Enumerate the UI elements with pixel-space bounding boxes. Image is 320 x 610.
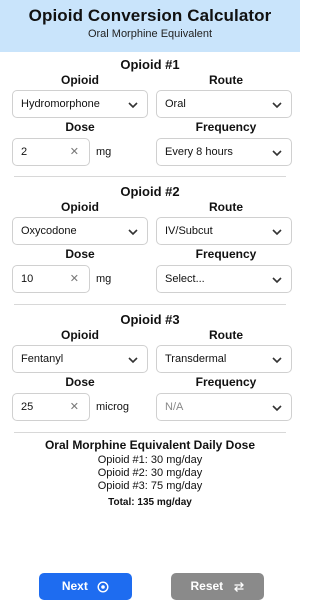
section-title: Opioid #1 — [120, 57, 180, 72]
section-title: Opioid #3 — [120, 312, 180, 327]
section-divider — [14, 304, 286, 305]
chevron-down-icon — [272, 102, 282, 109]
frequency-select[interactable]: Select... — [156, 265, 292, 293]
dose-unit: mg — [96, 273, 112, 285]
swap-arrows-icon — [233, 581, 244, 592]
opioid-label: Opioid — [61, 328, 99, 342]
opioid-section-2: Opioid #2 Opioid Route Oxycodone IV/Subc… — [8, 184, 292, 300]
frequency-label: Frequency — [195, 247, 257, 261]
dose-label: Dose — [65, 375, 95, 389]
route-select-value: IV/Subcut — [165, 225, 213, 237]
reset-button-label: Reset — [190, 579, 224, 593]
chevron-down-icon — [272, 277, 282, 284]
dose-value: 2 — [21, 146, 28, 158]
frequency-select[interactable]: N/A — [156, 393, 292, 421]
dose-value: 25 — [21, 401, 34, 413]
opioid-select[interactable]: Oxycodone — [12, 217, 148, 245]
frequency-select[interactable]: Every 8 hours — [156, 138, 292, 166]
clear-icon[interactable]: ✕ — [70, 266, 79, 292]
route-select[interactable]: Transdermal — [156, 345, 292, 373]
dose-label: Dose — [65, 247, 95, 261]
chevron-down-icon — [128, 102, 138, 109]
reset-button[interactable]: Reset — [171, 573, 264, 600]
dose-value: 10 — [21, 273, 34, 285]
summary-line: Opioid #1: 30 mg/day — [97, 454, 203, 466]
section-divider — [14, 176, 286, 177]
frequency-select-value: Every 8 hours — [165, 146, 233, 158]
opioid-select-value: Hydromorphone — [21, 98, 100, 110]
dose-input[interactable]: 10 ✕ — [12, 265, 90, 293]
section-divider — [14, 432, 286, 433]
opioid-select-value: Fentanyl — [21, 353, 64, 365]
summary-line: Opioid #3: 75 mg/day — [97, 480, 203, 492]
clear-icon[interactable]: ✕ — [70, 394, 79, 420]
opioid-label: Opioid — [61, 200, 99, 214]
section-title: Opioid #2 — [120, 184, 180, 199]
route-select[interactable]: IV/Subcut — [156, 217, 292, 245]
summary-line: Opioid #2: 30 mg/day — [97, 467, 203, 479]
results-summary: Oral Morphine Equivalent Daily Dose Opio… — [0, 438, 300, 508]
target-circle-icon — [97, 581, 109, 593]
dose-input[interactable]: 25 ✕ — [12, 393, 90, 421]
clear-icon[interactable]: ✕ — [70, 139, 79, 165]
frequency-label: Frequency — [195, 375, 257, 389]
summary-total: Total: 135 mg/day — [108, 497, 192, 508]
frequency-select-value: Select... — [165, 273, 205, 285]
summary-title: Oral Morphine Equivalent Daily Dose — [44, 438, 256, 452]
frequency-select-value: N/A — [165, 401, 184, 413]
app-header: Opioid Conversion Calculator Oral Morphi… — [0, 0, 300, 52]
dose-unit: microg — [96, 401, 130, 413]
route-label: Route — [209, 200, 243, 214]
opioid-select-value: Oxycodone — [21, 225, 77, 237]
chevron-down-icon — [272, 405, 282, 412]
route-label: Route — [209, 328, 243, 342]
dose-input[interactable]: 2 ✕ — [12, 138, 90, 166]
opioid-select[interactable]: Fentanyl — [12, 345, 148, 373]
opioid-section-3: Opioid #3 Opioid Route Fentanyl Transder… — [8, 312, 292, 428]
route-select-value: Oral — [165, 98, 186, 110]
opioid-section-1: Opioid #1 Opioid Route Hydromorphone Ora… — [8, 57, 292, 173]
opioid-label: Opioid — [61, 73, 99, 87]
chevron-down-icon — [272, 150, 282, 157]
next-button[interactable]: Next — [39, 573, 132, 600]
chevron-down-icon — [272, 357, 282, 364]
next-button-label: Next — [61, 579, 88, 593]
frequency-label: Frequency — [195, 120, 257, 134]
route-select-value: Transdermal — [165, 353, 227, 365]
chevron-down-icon — [128, 357, 138, 364]
route-label: Route — [209, 73, 243, 87]
route-select[interactable]: Oral — [156, 90, 292, 118]
page-subtitle: Oral Morphine Equivalent — [87, 28, 213, 40]
chevron-down-icon — [128, 229, 138, 236]
page-title: Opioid Conversion Calculator — [28, 6, 272, 25]
opioid-select[interactable]: Hydromorphone — [12, 90, 148, 118]
dose-unit: mg — [96, 146, 112, 158]
dose-label: Dose — [65, 120, 95, 134]
chevron-down-icon — [272, 229, 282, 236]
